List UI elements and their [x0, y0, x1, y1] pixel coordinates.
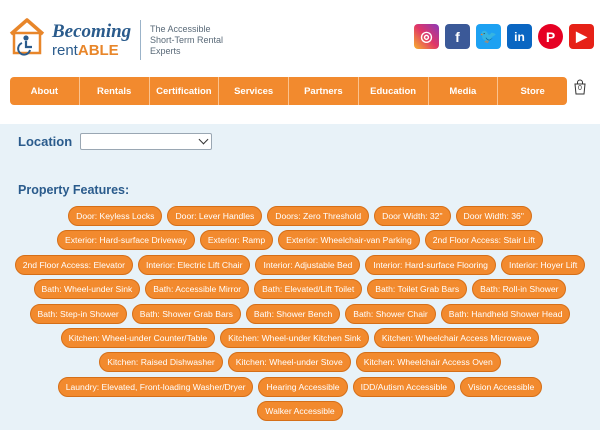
feature-row: Bath: Step-in Shower Bath: Shower Grab Ba…	[0, 303, 600, 324]
feature-pill[interactable]: Door Width: 32"	[374, 206, 451, 226]
feature-pill[interactable]: Exterior: Wheelchair-van Parking	[278, 230, 420, 251]
site-header: Becoming rentABLE The Accessible Short-T…	[0, 0, 600, 74]
feature-pill[interactable]: Bath: Step-in Shower	[29, 303, 127, 324]
logo-rentable: rentABLE	[52, 42, 119, 59]
nav-item-about[interactable]: About	[10, 77, 80, 105]
feature-pill[interactable]: Kitchen: Wheel-under Stove	[227, 352, 351, 373]
feature-pill[interactable]: Hearing Accessible	[258, 376, 348, 397]
nav-item-partners[interactable]: Partners	[289, 77, 359, 105]
feature-pills: Door: Keyless Locks Door: Lever Handles Do…	[0, 206, 600, 426]
linkedin-icon[interactable]: in	[507, 24, 532, 49]
social-links: ◎ f 🐦 in P ▶	[414, 24, 594, 49]
feature-pill[interactable]: IDD/Autism Accessible	[352, 376, 456, 397]
feature-pill[interactable]: Bath: Wheel-under Sink	[33, 279, 141, 300]
feature-pill[interactable]: Doors: Zero Threshold	[267, 206, 370, 226]
feature-row: Laundry: Elevated, Front-loading Washer/…	[0, 376, 600, 397]
feature-pill[interactable]: Door: Keyless Locks	[68, 206, 163, 226]
feature-row: 2nd Floor Access: Elevator Interior: Elec…	[0, 254, 600, 275]
feature-pill[interactable]: Bath: Handheld Shower Head	[440, 303, 571, 324]
pinterest-icon[interactable]: P	[538, 24, 563, 49]
feature-pill[interactable]: Bath: Accessible Mirror	[145, 279, 250, 300]
feature-pill[interactable]: Kitchen: Wheelchair Access Microwave	[373, 327, 540, 348]
feature-pill[interactable]: 2nd Floor Access: Stair Lift	[424, 230, 543, 251]
feature-pill[interactable]: Bath: Shower Chair	[345, 303, 436, 324]
nav-item-education[interactable]: Education	[359, 77, 429, 105]
page: Becoming rentABLE The Accessible Short-T…	[0, 0, 600, 430]
feature-pill[interactable]: Bath: Shower Bench	[245, 303, 341, 324]
feature-pill[interactable]: Kitchen: Wheelchair Access Oven	[355, 352, 501, 373]
nav-item-media[interactable]: Media	[429, 77, 499, 105]
feature-pill[interactable]: Interior: Hard-surface Flooring	[365, 254, 496, 275]
feature-pill[interactable]: Laundry: Elevated, Front-loading Washer/…	[57, 376, 254, 397]
logo-divider	[140, 20, 141, 60]
feature-pill[interactable]: Door: Lever Handles	[167, 206, 263, 226]
features-title: Property Features:	[18, 183, 130, 197]
feature-pill[interactable]: Walker Accessible	[257, 401, 343, 422]
feature-pill[interactable]: Kitchen: Raised Dishwasher	[99, 352, 223, 373]
nav-item-store[interactable]: Store	[498, 77, 567, 105]
feature-pill[interactable]: Exterior: Ramp	[199, 230, 274, 251]
feature-pill[interactable]: Interior: Electric Lift Chair	[137, 254, 251, 275]
tagline: The Accessible Short-Term Rental Experts	[150, 24, 224, 56]
twitter-icon[interactable]: 🐦	[476, 24, 501, 49]
feature-row: Bath: Wheel-under Sink Bath: Accessible M…	[0, 279, 600, 300]
feature-pill[interactable]: Bath: Elevated/Lift Toilet	[254, 279, 363, 300]
location-select[interactable]	[80, 133, 212, 150]
feature-pill[interactable]: 2nd Floor Access: Elevator	[14, 254, 133, 275]
instagram-icon[interactable]: ◎	[414, 24, 439, 49]
location-label: Location	[18, 134, 73, 149]
nav-item-certification[interactable]: Certification	[150, 77, 220, 105]
youtube-icon[interactable]: ▶	[569, 24, 594, 49]
chevron-down-icon	[198, 134, 209, 145]
cart-count: 0	[578, 85, 582, 92]
feature-pill[interactable]: Interior: Adjustable Bed	[255, 254, 361, 275]
house-logo-icon	[9, 18, 45, 56]
feature-pill[interactable]: Interior: Hoyer Lift	[500, 254, 586, 275]
feature-pill[interactable]: Door Width: 36"	[455, 206, 532, 226]
feature-row: Walker Accessible	[0, 401, 600, 422]
feature-pill[interactable]: Bath: Toilet Grab Bars	[367, 279, 468, 300]
feature-pill[interactable]: Bath: Shower Grab Bars	[131, 303, 241, 324]
feature-pill[interactable]: Exterior: Hard-surface Driveway	[57, 230, 195, 251]
feature-row: Kitchen: Wheel-under Counter/Table Kitche…	[0, 327, 600, 348]
logo-wordmark: Becoming rentABLE	[52, 22, 131, 58]
feature-pill[interactable]: Kitchen: Wheel-under Kitchen Sink	[220, 327, 369, 348]
logo-becoming: Becoming	[52, 21, 132, 42]
nav-item-services[interactable]: Services	[219, 77, 289, 105]
nav-item-rentals[interactable]: Rentals	[80, 77, 150, 105]
feature-pill[interactable]: Kitchen: Wheel-under Counter/Table	[60, 327, 216, 348]
feature-row: Exterior: Hard-surface Driveway Exterior:…	[0, 230, 600, 251]
feature-row: Door: Keyless Locks Door: Lever Handles Do…	[0, 206, 600, 226]
main-nav: About Rentals Certification Services Partner…	[10, 77, 567, 105]
feature-pill[interactable]: Vision Accessible	[460, 376, 543, 397]
feature-row: Kitchen: Raised Dishwasher Kitchen: Wheel…	[0, 352, 600, 373]
facebook-icon[interactable]: f	[445, 24, 470, 49]
feature-pill[interactable]: Bath: Roll-in Shower	[472, 279, 567, 300]
